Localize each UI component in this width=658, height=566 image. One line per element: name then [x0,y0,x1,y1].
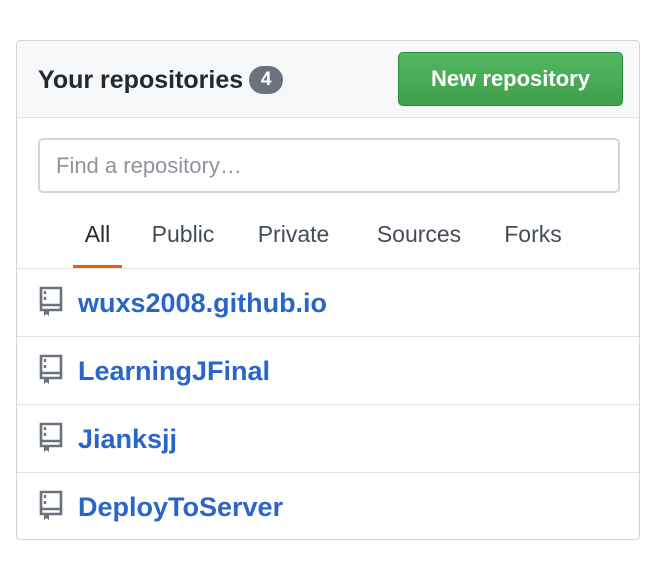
tab-public[interactable]: Public [143,218,223,268]
tab-sources[interactable]: Sources [366,218,472,268]
panel-title-label: Your repositories [38,66,244,94]
repo-link[interactable]: LearningJFinal [78,354,270,388]
repo-row: wuxs2008.github.io [17,269,639,337]
repo-filter-tabs: All Public Private Sources Forks [17,218,639,268]
repo-link[interactable]: wuxs2008.github.io [78,286,327,320]
filter-area: All Public Private Sources Forks [17,118,639,269]
repo-icon [39,354,63,384]
repo-icon [39,286,63,316]
panel-header: Your repositories 4 New repository [17,41,639,118]
repo-link[interactable]: Jianksjj [78,422,177,456]
repository-list: wuxs2008.github.io LearningJFinal Jianks… [17,269,639,539]
new-repository-button[interactable]: New repository [398,52,623,106]
repo-icon [39,422,63,452]
repositories-panel: Your repositories4 New repository All Pu… [16,40,640,540]
panel-title: Your repositories 4 [38,65,284,95]
repo-link[interactable]: DeployToServer [78,490,283,524]
tab-all[interactable]: All [73,218,122,268]
repo-row: Jianksjj [17,405,639,473]
repo-icon [39,490,63,520]
tab-forks[interactable]: Forks [497,218,569,268]
repo-count-badge: 4 [249,66,284,94]
repo-row: DeployToServer [17,473,639,539]
tab-private[interactable]: Private [250,218,337,268]
repo-row: LearningJFinal [17,337,639,405]
find-repository-input[interactable] [38,138,620,193]
